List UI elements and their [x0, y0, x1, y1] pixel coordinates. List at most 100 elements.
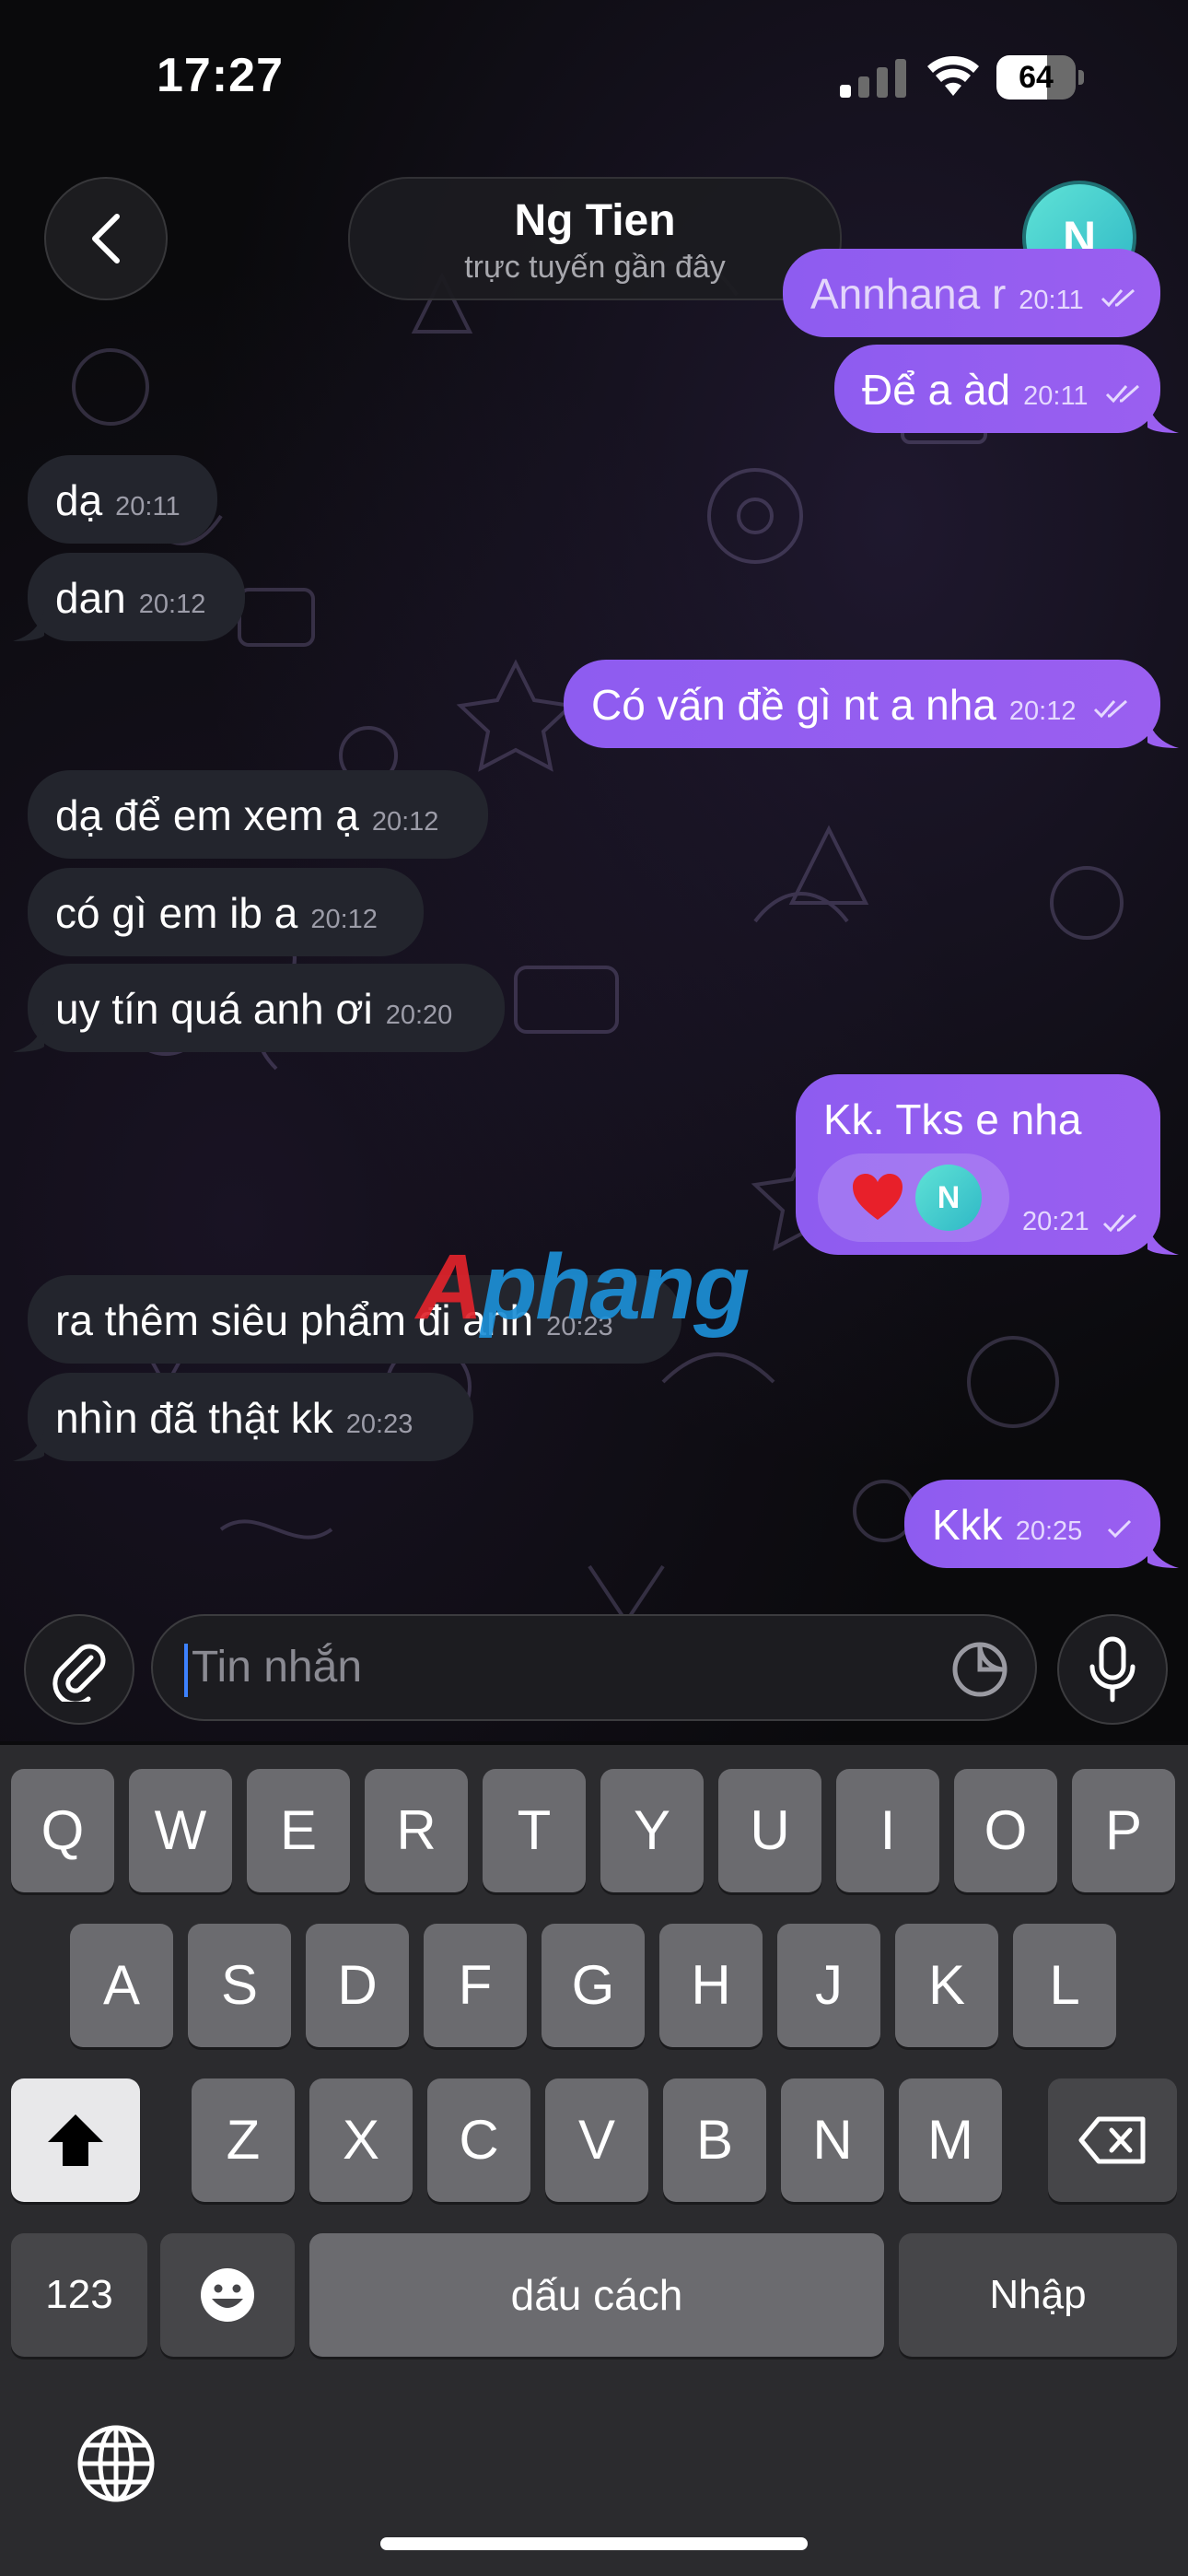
- key-x[interactable]: X: [309, 2078, 413, 2202]
- bubble-tail: [1147, 1224, 1179, 1255]
- message-bubble-incoming[interactable]: dạ 20:11: [28, 455, 217, 544]
- key-p[interactable]: P: [1072, 1769, 1175, 1892]
- shift-key[interactable]: [11, 2078, 140, 2202]
- key-b[interactable]: B: [663, 2078, 766, 2202]
- numbers-key[interactable]: 123: [11, 2233, 147, 2357]
- key-z[interactable]: Z: [192, 2078, 295, 2202]
- key-m[interactable]: M: [899, 2078, 1002, 2202]
- message-text: Kk. Tks e nha: [823, 1095, 1082, 1143]
- key-j[interactable]: J: [777, 1924, 880, 2047]
- bubble-tail: [1147, 1537, 1179, 1568]
- status-time: 17:27: [157, 49, 284, 102]
- attach-button[interactable]: [24, 1614, 134, 1725]
- message-time: 20:20: [385, 1001, 453, 1030]
- message-time: 20:12: [138, 590, 206, 619]
- message-time: 20:21: [1022, 1207, 1089, 1236]
- bubble-tail: [13, 1430, 44, 1461]
- key-o[interactable]: O: [954, 1769, 1057, 1892]
- chevron-left-icon: [92, 214, 120, 263]
- message-input[interactable]: Tin nhắn: [151, 1614, 1037, 1721]
- back-button[interactable]: [44, 177, 168, 300]
- contact-status: trực tuyến gần đây: [464, 250, 726, 285]
- sticker-icon[interactable]: [950, 1640, 1009, 1699]
- key-r[interactable]: R: [365, 1769, 468, 1892]
- key-n[interactable]: N: [781, 2078, 884, 2202]
- message-bubble-incoming[interactable]: dan 20:12: [28, 553, 245, 641]
- key-f[interactable]: F: [424, 1924, 527, 2047]
- key-g[interactable]: G: [542, 1924, 645, 2047]
- message-bubble-outgoing[interactable]: Có vấn đề gì nt a nha 20:12: [564, 660, 1160, 748]
- key-q[interactable]: Q: [11, 1769, 114, 1892]
- message-text: Kkk: [932, 1501, 1003, 1549]
- reaction-pill[interactable]: N: [818, 1153, 1009, 1242]
- wifi-icon: [927, 55, 979, 96]
- text-caret: [184, 1644, 188, 1697]
- message-bubble-outgoing[interactable]: Annhana r 20:11: [783, 249, 1160, 337]
- bubble-tail: [1147, 402, 1179, 433]
- message-time: 20:12: [310, 905, 378, 934]
- double-check-icon: [1102, 1214, 1136, 1233]
- delete-key[interactable]: [1048, 2078, 1177, 2202]
- key-l[interactable]: L: [1013, 1924, 1116, 2047]
- key-u[interactable]: U: [718, 1769, 821, 1892]
- signal-icon: [840, 59, 906, 98]
- globe-icon[interactable]: [76, 2423, 157, 2504]
- chat-title[interactable]: Ng Tien trực tuyến gần đây: [348, 177, 842, 300]
- contact-name: Ng Tien: [514, 196, 676, 245]
- message-text: dạ để em xem ạ: [55, 791, 359, 839]
- paperclip-icon: [52, 1644, 106, 1702]
- key-t[interactable]: T: [483, 1769, 586, 1892]
- message-text: Có vấn đề gì nt a nha: [591, 681, 996, 729]
- message-bubble-outgoing[interactable]: Để a àd 20:11: [834, 345, 1160, 433]
- message-text: nhìn đã thật kk: [55, 1394, 333, 1442]
- key-s[interactable]: S: [188, 1924, 291, 2047]
- home-indicator[interactable]: [380, 2537, 808, 2550]
- double-check-icon: [1101, 288, 1136, 308]
- message-text: Annhana r: [810, 270, 1007, 318]
- backspace-icon: [1078, 2116, 1146, 2164]
- microphone-icon: [1089, 1636, 1136, 1703]
- message-bubble-incoming[interactable]: nhìn đã thật kk 20:23: [28, 1373, 473, 1461]
- message-time: 20:12: [1008, 697, 1077, 726]
- message-bubble-incoming[interactable]: dạ để em xem ạ 20:12: [28, 770, 488, 859]
- emoji-icon: [201, 2268, 254, 2322]
- bubble-tail: [1147, 717, 1179, 748]
- message-time: 20:11: [115, 492, 181, 521]
- reaction-avatar: N: [915, 1165, 982, 1231]
- return-key[interactable]: Nhập: [899, 2233, 1177, 2357]
- key-e[interactable]: E: [247, 1769, 350, 1892]
- key-y[interactable]: Y: [600, 1769, 704, 1892]
- message-bubble-incoming[interactable]: có gì em ib a 20:12: [28, 868, 424, 956]
- shift-icon: [48, 2114, 103, 2166]
- message-time: 20:25: [1015, 1516, 1083, 1546]
- single-check-icon: [1107, 1519, 1132, 1538]
- key-v[interactable]: V: [545, 2078, 648, 2202]
- space-key[interactable]: dấu cách: [309, 2233, 884, 2357]
- bubble-tail: [13, 610, 44, 641]
- message-bubble-outgoing[interactable]: Kkk 20:25: [904, 1480, 1160, 1568]
- message-time: 20:11: [1023, 381, 1089, 411]
- key-w[interactable]: W: [129, 1769, 232, 1892]
- bubble-tail: [13, 1021, 44, 1052]
- message-text: dạ: [55, 476, 103, 524]
- battery-level: 64: [1019, 60, 1054, 95]
- key-k[interactable]: K: [895, 1924, 998, 2047]
- message-bubble-incoming[interactable]: uy tín quá anh ơi 20:20: [28, 964, 505, 1052]
- status-bar: 17:27 64: [0, 0, 1188, 157]
- battery-indicator: 64: [996, 55, 1085, 100]
- microphone-button[interactable]: [1057, 1614, 1168, 1725]
- double-check-icon: [1106, 384, 1140, 404]
- message-time: 20:11: [1019, 286, 1084, 315]
- double-check-icon: [1094, 699, 1128, 719]
- message-time: 20:12: [371, 807, 439, 837]
- watermark-logo: Aphang: [416, 1235, 750, 1339]
- message-time-row: 20:21: [1022, 1207, 1139, 1237]
- key-d[interactable]: D: [306, 1924, 409, 2047]
- message-text: dan: [55, 574, 126, 622]
- emoji-key[interactable]: [160, 2233, 295, 2357]
- key-a[interactable]: A: [70, 1924, 173, 2047]
- message-time: 20:23: [345, 1410, 413, 1439]
- key-h[interactable]: H: [659, 1924, 763, 2047]
- key-i[interactable]: I: [836, 1769, 939, 1892]
- key-c[interactable]: C: [427, 2078, 530, 2202]
